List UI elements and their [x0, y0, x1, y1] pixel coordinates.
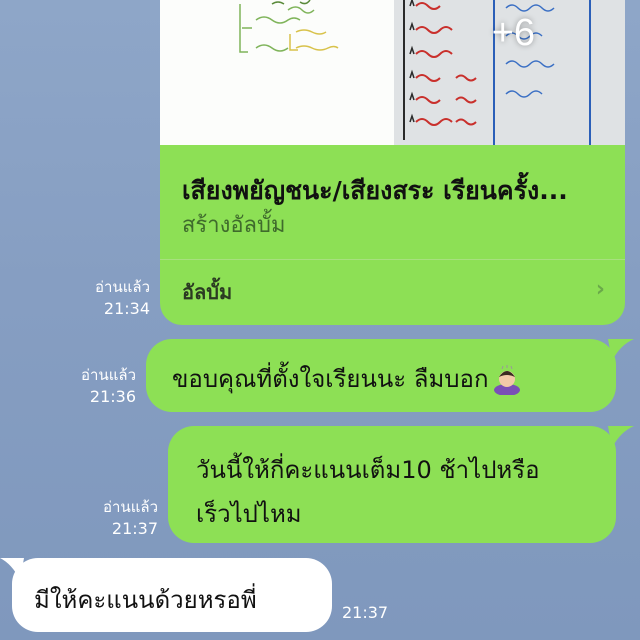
- message-text: มีให้คะแนนด้วยหรอพี่: [34, 586, 257, 614]
- album-link[interactable]: อัลบั้ม ›: [160, 260, 625, 325]
- album-subtitle: สร้างอัลบั้ม: [182, 213, 286, 238]
- album-info[interactable]: เสียงพยัญชนะ/เสียงสระ เรียนครั้ง... สร้า…: [160, 145, 625, 325]
- message-time: 21:36: [89, 387, 136, 406]
- album-card[interactable]: +6 เสียงพยัญชนะ/เสียงสระ เรียนครั้ง... ส…: [160, 0, 625, 325]
- person-bowing-emoji-icon: [494, 365, 521, 395]
- message-meta: อ่านแล้ว 21:34: [70, 276, 150, 320]
- message-bubble-outgoing[interactable]: ขอบคุณที่ตั้งใจเรียนนะ ลืมบอก: [146, 339, 616, 412]
- album-thumbnails[interactable]: +6: [160, 0, 625, 145]
- album-link-label: อัลบั้ม: [182, 280, 233, 304]
- message-time: 21:37: [342, 603, 389, 622]
- message-text-line-2: เร็วไปไหม: [196, 500, 302, 528]
- read-receipt: อ่านแล้ว: [81, 366, 136, 384]
- chevron-right-icon: ›: [595, 277, 605, 302]
- bubble-tail: [608, 339, 634, 361]
- handwritten-notes-image: [239, 0, 339, 53]
- bubble-tail: [608, 426, 634, 448]
- message-bubble-incoming[interactable]: มีให้คะแนนด้วยหรอพี่: [12, 558, 332, 632]
- album-title: เสียงพยัญชนะ/เสียงสระ เรียนครั้ง...: [182, 176, 568, 205]
- album-photo-2[interactable]: +6: [394, 0, 625, 145]
- message-meta: อ่านแล้ว 21:36: [56, 364, 136, 408]
- message-text-line-1: วันนี้ให้กี่คะแนนเต็ม10 ช้าไปหรือ: [196, 456, 540, 484]
- message-meta: อ่านแล้ว 21:37: [78, 496, 158, 540]
- more-photos-count: +6: [491, 12, 535, 54]
- message-meta: 21:37: [342, 602, 402, 624]
- read-receipt: อ่านแล้ว: [103, 498, 158, 516]
- album-photo-1[interactable]: [160, 0, 394, 145]
- message-bubble-outgoing[interactable]: วันนี้ให้กี่คะแนนเต็ม10 ช้าไปหรือ เร็วไป…: [168, 426, 616, 543]
- read-receipt: อ่านแล้ว: [95, 278, 150, 296]
- message-time: 21:37: [111, 519, 158, 538]
- message-text: ขอบคุณที่ตั้งใจเรียนนะ ลืมบอก: [172, 365, 489, 393]
- message-time: 21:34: [103, 299, 150, 318]
